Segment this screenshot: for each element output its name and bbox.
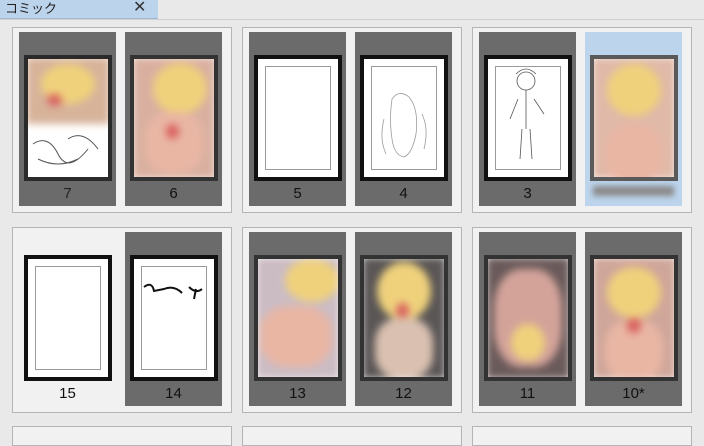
page-number: 5 bbox=[293, 185, 302, 202]
page-image bbox=[254, 255, 342, 381]
page-image bbox=[254, 55, 342, 181]
page-number: 4 bbox=[399, 185, 408, 202]
page-number: 15 bbox=[59, 385, 76, 402]
blurred-artwork bbox=[258, 259, 338, 377]
spread-2[interactable]: 5 4 bbox=[242, 27, 462, 213]
page-thumbnail[interactable] bbox=[585, 32, 682, 206]
page-number: 13 bbox=[289, 385, 306, 402]
page-thumbnail[interactable]: 12 bbox=[355, 232, 452, 406]
blurred-artwork bbox=[488, 259, 568, 377]
page-thumbnail[interactable]: 10* bbox=[585, 232, 682, 406]
sketch-lines bbox=[381, 93, 427, 158]
page-number: 3 bbox=[523, 185, 532, 202]
page-number: 12 bbox=[395, 385, 412, 402]
tab-comic[interactable]: コミック ✕ bbox=[0, 0, 158, 19]
page-thumbnail[interactable]: 13 bbox=[249, 232, 346, 406]
blurred-artwork bbox=[594, 259, 674, 377]
page-number: 11 bbox=[519, 385, 536, 402]
page-image bbox=[590, 255, 678, 381]
page-image bbox=[484, 55, 572, 181]
page-frame bbox=[265, 66, 331, 170]
page-thumbnail[interactable]: 11 bbox=[479, 232, 576, 406]
blurred-artwork bbox=[594, 59, 674, 177]
page-thumbnail[interactable]: 15 bbox=[19, 232, 116, 406]
page-thumbnail[interactable]: 5 bbox=[249, 32, 346, 206]
spread-7[interactable] bbox=[12, 426, 232, 446]
page-thumbnail[interactable]: 6 bbox=[125, 32, 222, 206]
blurred-label bbox=[593, 186, 674, 196]
page-image bbox=[130, 255, 218, 381]
page-image bbox=[130, 55, 218, 181]
spread-5[interactable]: 13 12 bbox=[242, 227, 462, 413]
page-number: 10* bbox=[622, 385, 645, 402]
page-thumbnail[interactable]: 4 bbox=[355, 32, 452, 206]
page-number: 6 bbox=[169, 185, 178, 202]
page-image bbox=[24, 55, 112, 181]
tab-label: コミック bbox=[5, 1, 58, 16]
blurred-artwork bbox=[28, 59, 108, 124]
page-image bbox=[484, 255, 572, 381]
spread-6[interactable]: 11 10* bbox=[472, 227, 692, 413]
page-thumbnail[interactable]: 3 bbox=[479, 32, 576, 206]
sketch-lines bbox=[509, 68, 545, 160]
page-frame bbox=[35, 266, 101, 370]
spread-9[interactable] bbox=[472, 426, 692, 446]
page-image bbox=[590, 55, 678, 181]
page-image bbox=[360, 255, 448, 381]
spread-4[interactable]: 15 14 bbox=[12, 227, 232, 413]
tab-bar: コミック ✕ bbox=[0, 0, 704, 19]
spread-8[interactable] bbox=[242, 426, 462, 446]
close-icon[interactable]: ✕ bbox=[133, 0, 146, 18]
spread-1[interactable]: 7 6 bbox=[12, 27, 232, 213]
page-number: 14 bbox=[165, 385, 182, 402]
page-image bbox=[24, 255, 112, 381]
page-number: 7 bbox=[63, 185, 72, 202]
page-image bbox=[360, 55, 448, 181]
page-thumbnail[interactable]: 7 bbox=[19, 32, 116, 206]
blurred-artwork bbox=[134, 59, 214, 177]
page-manager: 7 6 5 4 3 15 14 13 12 11 10* bbox=[0, 19, 704, 446]
page-thumbnail[interactable]: 14 bbox=[125, 232, 222, 406]
ink-strokes bbox=[143, 283, 203, 300]
spread-3[interactable]: 3 bbox=[472, 27, 692, 213]
blurred-artwork bbox=[364, 259, 444, 377]
